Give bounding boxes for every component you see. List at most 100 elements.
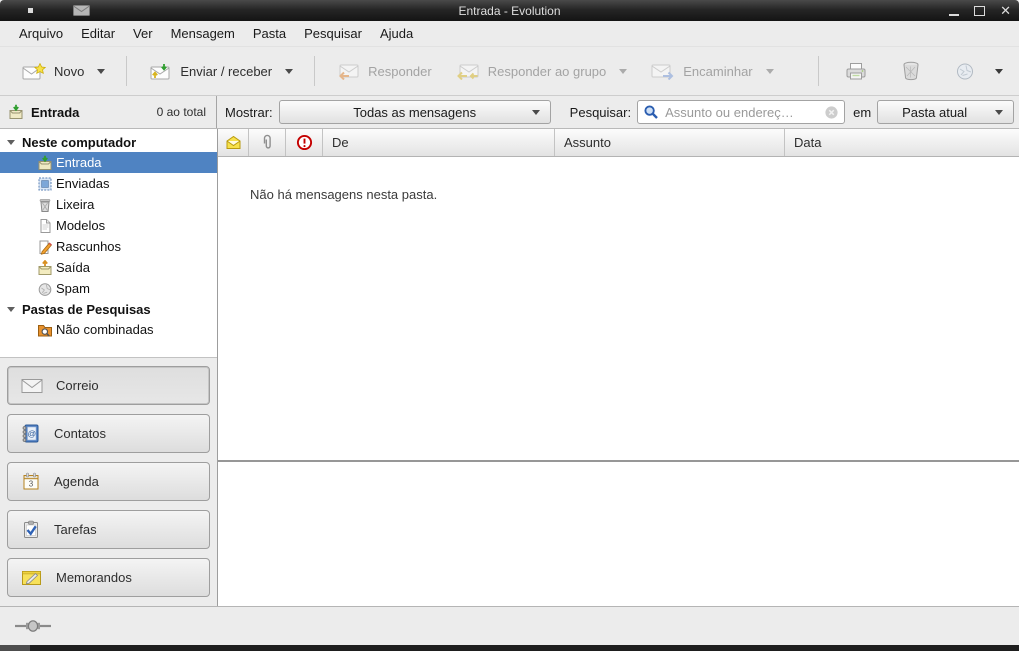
bottom-panel-corner	[0, 645, 30, 651]
toolbar: Novo Enviar / receber Responder Responde…	[0, 47, 1019, 96]
forward-button[interactable]: Encaminhar	[642, 57, 782, 86]
trash-icon	[900, 61, 922, 81]
minimize-button[interactable]	[949, 5, 959, 16]
folder-tree: Neste computador Entrada Enviadas Lixeir…	[0, 129, 217, 358]
menu-item-ver[interactable]: Ver	[124, 26, 162, 41]
reply-button-label: Responder	[368, 64, 432, 79]
menu-item-ajuda[interactable]: Ajuda	[371, 26, 422, 41]
folder-label: Entrada	[56, 155, 102, 170]
send-receive-button[interactable]: Enviar / receber	[139, 57, 302, 86]
reply-icon	[336, 63, 360, 80]
draft-pencil-icon	[37, 239, 53, 255]
menu-item-pesquisar[interactable]: Pesquisar	[295, 26, 371, 41]
switcher-tasks-button[interactable]: Tarefas	[7, 510, 210, 549]
message-filter-dropdown[interactable]: Todas as mensagens	[279, 100, 551, 124]
column-subject[interactable]: Assunto	[555, 129, 785, 156]
forward-icon	[651, 63, 675, 80]
folder-item-spam[interactable]: Spam	[0, 278, 217, 299]
menubar: Arquivo Editar Ver Mensagem Pasta Pesqui…	[0, 21, 1019, 47]
close-button[interactable]: ✕	[1000, 4, 1011, 17]
folder-item-enviadas[interactable]: Enviadas	[0, 173, 217, 194]
menu-item-editar[interactable]: Editar	[72, 26, 124, 41]
column-attachment[interactable]	[249, 129, 286, 156]
folder-item-entrada[interactable]: Entrada	[0, 152, 217, 173]
titlebar[interactable]: Entrada - Evolution ✕	[0, 0, 1019, 21]
print-icon	[844, 61, 868, 81]
column-priority[interactable]	[286, 129, 323, 156]
search-icon	[643, 104, 659, 120]
toolbar-overflow-arrow-icon[interactable]	[995, 69, 1003, 74]
menu-item-mensagem[interactable]: Mensagem	[162, 26, 244, 41]
filter-dropdown-arrow-icon	[532, 110, 540, 115]
folder-item-modelos[interactable]: Modelos	[0, 215, 217, 236]
switcher-label: Correio	[56, 378, 99, 393]
message-list-header: De Assunto Data	[218, 129, 1019, 157]
column-date[interactable]: Data	[785, 129, 1019, 156]
read-status-icon	[225, 135, 242, 150]
search-label: Pesquisar:	[570, 105, 631, 120]
attachment-icon	[260, 134, 274, 151]
folder-item-saida[interactable]: Saída	[0, 257, 217, 278]
outbox-icon	[37, 260, 53, 276]
tree-group-search-folders[interactable]: Pastas de Pesquisas	[0, 299, 217, 319]
switcher-label: Agenda	[54, 474, 99, 489]
search-folder-icon	[37, 322, 53, 338]
folder-label: Lixeira	[56, 197, 94, 212]
message-filter-value: Todas as mensagens	[353, 105, 476, 120]
delete-button[interactable]	[890, 55, 932, 87]
column-from[interactable]: De	[323, 129, 555, 156]
tasks-icon	[21, 520, 41, 539]
folder-label: Não combinadas	[56, 322, 154, 337]
menu-item-pasta[interactable]: Pasta	[244, 26, 295, 41]
priority-icon	[296, 134, 313, 151]
scope-dropdown-arrow-icon	[995, 110, 1003, 115]
folder-item-rascunhos[interactable]: Rascunhos	[0, 236, 217, 257]
menu-item-arquivo[interactable]: Arquivo	[10, 26, 72, 41]
search-box[interactable]	[637, 100, 845, 124]
reply-group-button[interactable]: Responder ao grupo	[447, 57, 637, 86]
tree-group-this-computer[interactable]: Neste computador	[0, 132, 217, 152]
inbox-icon	[8, 104, 24, 120]
new-dropdown-arrow-icon[interactable]	[97, 69, 105, 74]
message-count: 0 ao total	[157, 105, 206, 119]
memos-icon	[21, 569, 43, 587]
reply-group-button-label: Responder ao grupo	[488, 64, 607, 79]
switcher-mail-button[interactable]: Correio	[7, 366, 210, 405]
toolbar-separator	[818, 56, 819, 86]
message-list-pane: De Assunto Data Não há mensagens nesta p…	[218, 129, 1019, 606]
reply-button[interactable]: Responder	[327, 57, 441, 86]
switcher-label: Tarefas	[54, 522, 97, 537]
current-folder-summary: Entrada 0 ao total	[0, 96, 217, 128]
switcher-calendar-button[interactable]: 3 Agenda	[7, 462, 210, 501]
junk-button[interactable]	[944, 55, 986, 87]
forward-dropdown-arrow-icon[interactable]	[766, 69, 774, 74]
preview-pane-splitter[interactable]	[218, 460, 1019, 462]
clear-search-icon[interactable]	[824, 105, 839, 120]
reply-group-dropdown-arrow-icon[interactable]	[619, 69, 627, 74]
folder-bar: Entrada 0 ao total Mostrar: Todas as men…	[0, 96, 1019, 129]
folder-label: Saída	[56, 260, 90, 275]
folder-item-nao-combinadas[interactable]: Não combinadas	[0, 319, 217, 340]
expander-icon[interactable]	[7, 140, 15, 145]
junk-icon	[954, 61, 976, 81]
folder-item-lixeira[interactable]: Lixeira	[0, 194, 217, 215]
bottom-panel-strip	[0, 645, 1019, 651]
search-scope-value: Pasta atual	[902, 105, 967, 120]
svg-text:3: 3	[29, 480, 34, 489]
switcher-label: Contatos	[54, 426, 106, 441]
component-switcher: Correio @ Contatos 3 Agenda Tarefas	[0, 358, 217, 597]
maximize-button[interactable]	[974, 6, 985, 16]
search-input[interactable]	[663, 104, 820, 121]
online-status-icon[interactable]	[14, 619, 52, 633]
switcher-contacts-button[interactable]: @ Contatos	[7, 414, 210, 453]
search-scope-dropdown[interactable]: Pasta atual	[877, 100, 1014, 124]
switcher-memos-button[interactable]: Memorandos	[7, 558, 210, 597]
expander-icon[interactable]	[7, 307, 15, 312]
document-icon	[37, 218, 53, 234]
forward-button-label: Encaminhar	[683, 64, 752, 79]
send-receive-dropdown-arrow-icon[interactable]	[285, 69, 293, 74]
evolution-window: Entrada - Evolution ✕ Arquivo Editar Ver…	[0, 0, 1019, 651]
column-read-status[interactable]	[218, 129, 249, 156]
print-button[interactable]	[834, 55, 878, 87]
new-button[interactable]: Novo	[13, 57, 114, 86]
